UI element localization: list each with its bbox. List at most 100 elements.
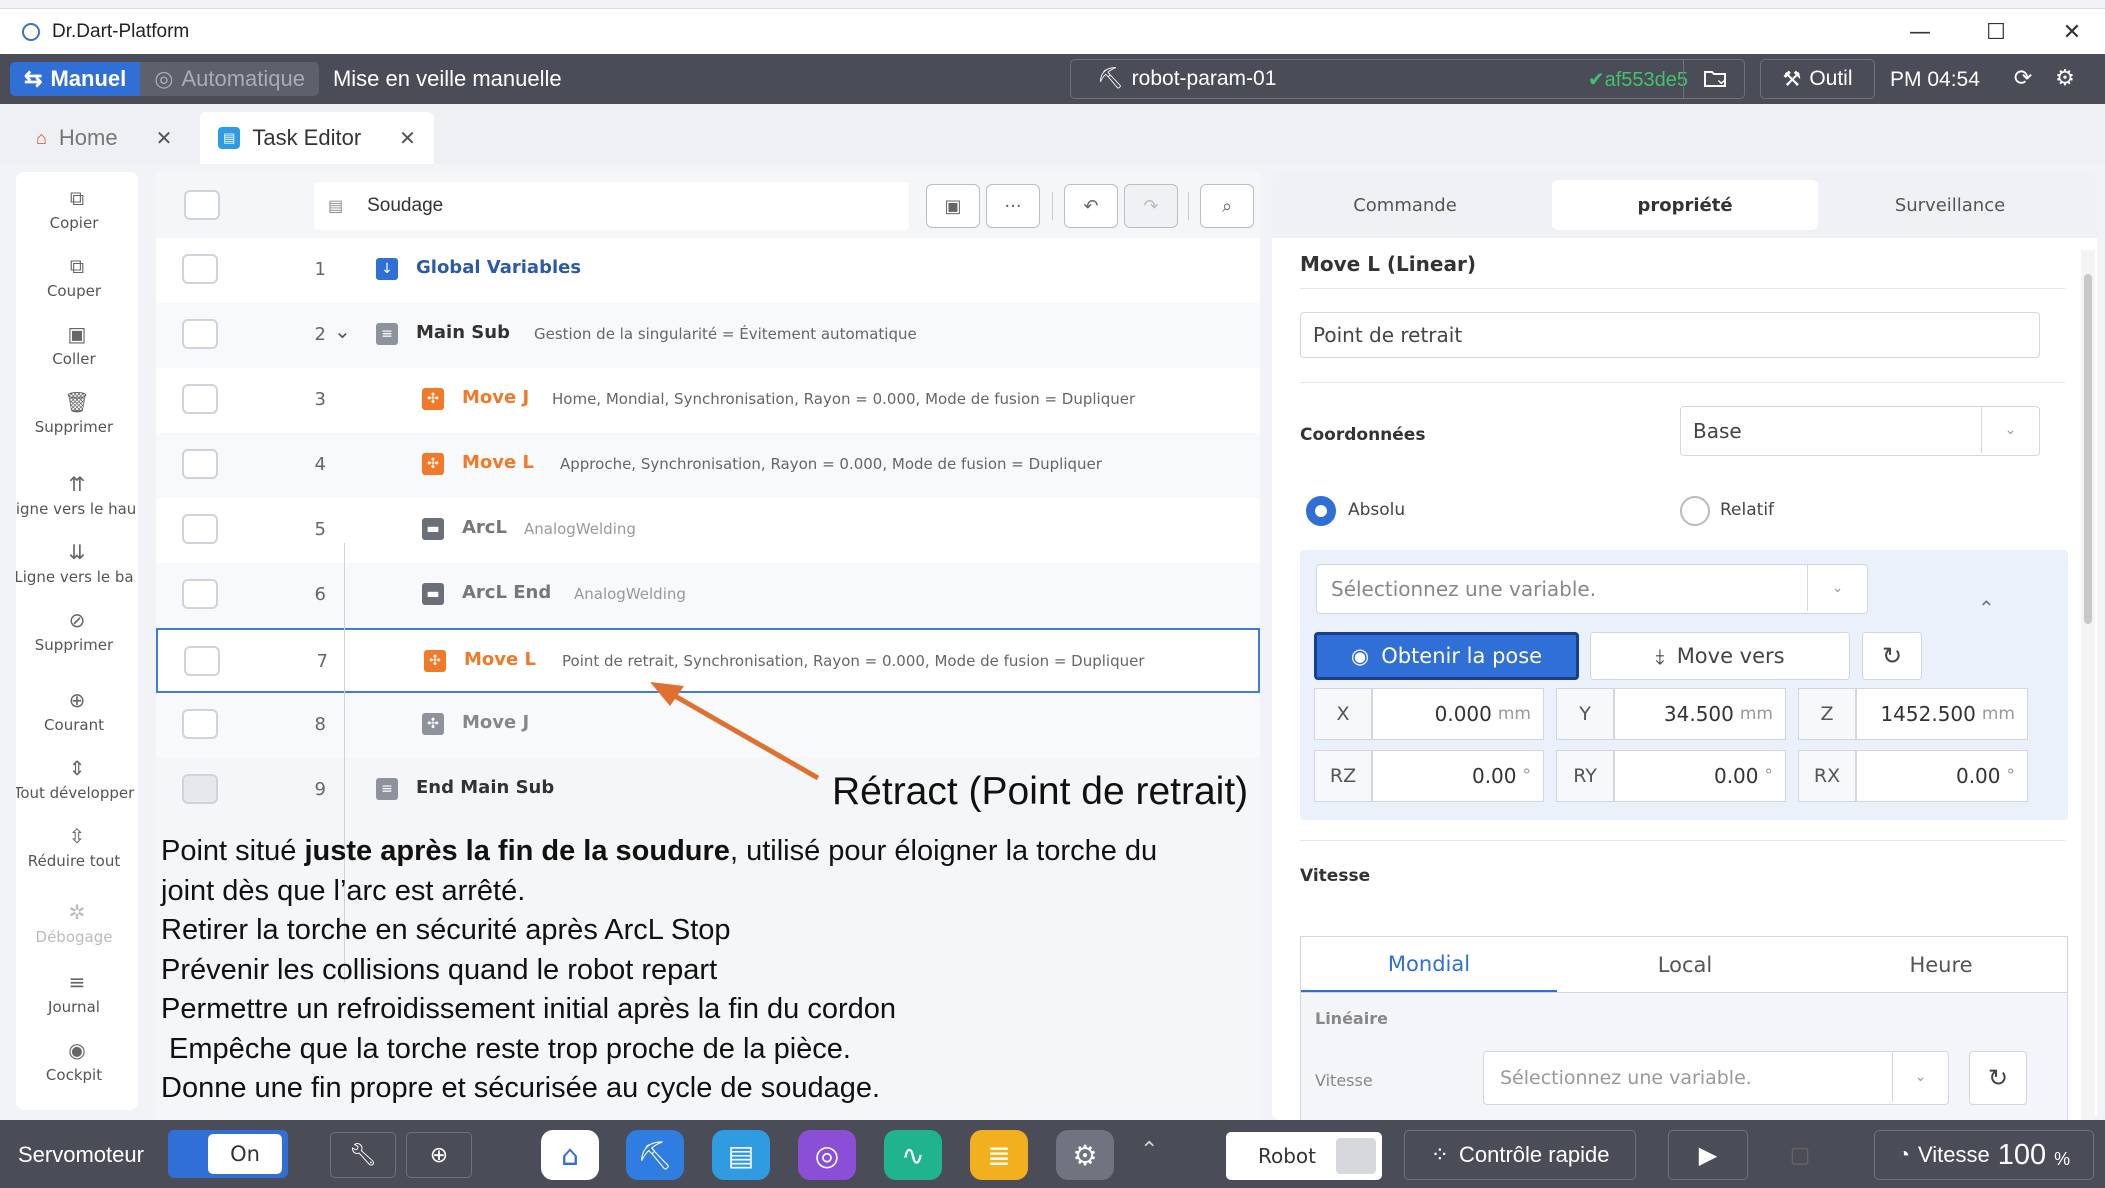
speed-field-label: Vitesse: [1315, 1071, 1373, 1090]
target-icon: ◉: [1350, 644, 1370, 668]
radio-relatif[interactable]: [1680, 496, 1710, 526]
coord-axis-label: RY: [1556, 750, 1614, 802]
speed-tabs: Mondial Local Heure: [1300, 936, 2069, 993]
coord-value: 0.00: [1471, 764, 1517, 788]
refresh-icon: ↻: [1987, 1064, 2009, 1092]
speed-tab-mondial[interactable]: Mondial: [1301, 937, 1557, 993]
coord-value-field[interactable]: 1452.500 mm: [1856, 688, 2028, 740]
tab-surveillance[interactable]: Surveillance: [1817, 180, 2083, 230]
annotation-line-6: Empêche que la torche reste trop proche …: [161, 1032, 851, 1065]
robot-mode-label: Robot: [1258, 1144, 1317, 1168]
play-button[interactable]: ▶: [1668, 1130, 1748, 1180]
annotation-text: Point situé juste après la fin de la sou…: [161, 832, 1261, 1109]
chevron-down-icon: ⌄: [1981, 407, 2039, 453]
annotation-line-1: Point situé juste après la fin de la sou…: [161, 832, 1261, 872]
speed-unit: %: [2054, 1148, 2071, 1169]
scrollbar[interactable]: [2081, 250, 2095, 1120]
refresh-icon: ↻: [1881, 642, 1903, 670]
get-pose-label: Obtenir la pose: [1381, 644, 1543, 668]
relatif-label: Relatif: [1720, 500, 1775, 520]
coord-value-field[interactable]: 0.00 °: [1372, 750, 1544, 802]
retract-label: Rétract (Point de retrait): [832, 770, 1249, 813]
linear-speed-box: Linéaire Vitesse Sélectionnez une variab…: [1300, 992, 2068, 1120]
divider: [1300, 382, 2065, 383]
move-to-button[interactable]: ⤈ Move vers: [1590, 632, 1850, 680]
coord-unit: °: [2006, 766, 2016, 786]
stop-icon: ▢: [1789, 1142, 1811, 1168]
play-icon: ▶: [1698, 1141, 1718, 1169]
coord-select[interactable]: Base ⌄: [1680, 406, 2040, 456]
chevron-down-icon: ⌄: [1807, 565, 1867, 611]
jog-icon: ⊕: [429, 1142, 449, 1168]
variable-select[interactable]: Sélectionnez une variable. ⌄: [1316, 564, 1868, 614]
annotation-line-1-suffix: , utilisé pour éloigner la torche du: [729, 835, 1158, 867]
jog-button[interactable]: ⊕: [406, 1132, 472, 1178]
coord-value-field[interactable]: 0.00 °: [1856, 750, 2028, 802]
point-name-value: Point de retrait: [1313, 323, 1463, 347]
home-app-icon[interactable]: ⌂: [541, 1130, 599, 1180]
coord-axis-label: RX: [1798, 750, 1856, 802]
coord-value-field[interactable]: 0.000 mm: [1372, 688, 1544, 740]
quick-control-button[interactable]: ⁘ Contrôle rapide: [1404, 1130, 1636, 1180]
servo-toggle[interactable]: On: [168, 1130, 288, 1178]
settings-app-icon[interactable]: ⚙: [1056, 1130, 1114, 1180]
coord-value: 1452.500: [1880, 702, 1976, 726]
tab-propriete[interactable]: propriété: [1552, 180, 1818, 230]
task-app-icon[interactable]: ▤: [712, 1130, 770, 1180]
coord-axis-label: RZ: [1314, 750, 1372, 802]
speed-refresh-button[interactable]: ↻: [1969, 1051, 2027, 1105]
coord-unit: °: [1522, 766, 1532, 786]
radio-absolu[interactable]: [1306, 496, 1336, 526]
coord-axis-label: Z: [1798, 688, 1856, 740]
wrench-icon: 🔧︎: [349, 1142, 377, 1168]
coord-value-field[interactable]: 0.00 °: [1614, 750, 1786, 802]
coord-unit: mm: [1981, 704, 2015, 724]
notes-app-icon[interactable]: ≣: [970, 1130, 1028, 1180]
speed-tab-heure[interactable]: Heure: [1813, 937, 2069, 993]
speed-button[interactable]: ◔ Vitesse 100 %: [1874, 1130, 2094, 1180]
annotation-line-1-bold: juste après la fin de la soudure: [304, 835, 730, 867]
chevron-down-icon: ⌄: [1892, 1052, 1948, 1102]
annotation-line-2: joint dès que l’arc est arrêté.: [161, 874, 526, 907]
coord-axis-label: Y: [1556, 688, 1614, 740]
coord-unit: °: [1764, 766, 1774, 786]
refresh-pose-button[interactable]: ↻: [1862, 632, 1922, 680]
lineaire-label: Linéaire: [1315, 1009, 1388, 1028]
scrollbar-thumb[interactable]: [2084, 274, 2092, 624]
coord-unit: mm: [1739, 704, 1773, 724]
app-root: Dr.Dart-Platform — ☐ ✕ ⇆ Manuel ◎ Automa…: [0, 0, 2105, 1188]
move-down-icon: ⤈: [1655, 643, 1665, 668]
annotation-line-3: Retirer la torche en sécurité après ArcL…: [161, 914, 731, 946]
coord-value: 0.00: [1713, 764, 1759, 788]
variable-placeholder: Sélectionnez une variable.: [1331, 577, 1597, 601]
gauge-icon: ◔: [1897, 1143, 1910, 1166]
coord-unit: mm: [1497, 704, 1531, 724]
speed-variable-select[interactable]: Sélectionnez une variable. ⌄: [1483, 1051, 1949, 1105]
wrench-button[interactable]: 🔧︎: [330, 1132, 396, 1178]
get-pose-button[interactable]: ◉ Obtenir la pose: [1314, 632, 1579, 680]
property-tabs: Commande propriété Surveillance: [1272, 172, 2097, 238]
robot-app-icon[interactable]: ⛏: [626, 1130, 684, 1180]
coord-value-field[interactable]: 34.500 mm: [1614, 688, 1786, 740]
annotation-line-1-prefix: Point situé: [161, 835, 305, 867]
monitor-app-icon[interactable]: ∿: [884, 1130, 942, 1180]
robot-mode-slider[interactable]: [1336, 1138, 1376, 1174]
speed-label: Vitesse: [1917, 1142, 1990, 1167]
speed-tab-local[interactable]: Local: [1557, 937, 1813, 993]
stop-button[interactable]: ▢: [1760, 1130, 1840, 1180]
chevron-up-icon[interactable]: ⌃: [1140, 1138, 1158, 1163]
quick-control-label: Contrôle rapide: [1459, 1142, 1610, 1167]
chevron-up-icon[interactable]: ⌃: [1978, 596, 1995, 620]
quick-control-icon: ⁘: [1430, 1142, 1449, 1167]
point-name-field[interactable]: Point de retrait: [1300, 312, 2040, 358]
target-app-icon[interactable]: ◎: [798, 1130, 856, 1180]
annotation-line-5: Permettre un refroidissement initial apr…: [161, 993, 897, 1025]
speed-value: 100: [1997, 1138, 2047, 1171]
servo-label: Servomoteur: [18, 1142, 144, 1167]
tab-commande[interactable]: Commande: [1272, 180, 1538, 230]
servo-state: On: [208, 1134, 282, 1174]
robot-mode-switch[interactable]: Robot: [1226, 1132, 1382, 1180]
coord-value: 34.500: [1663, 702, 1734, 726]
coord-value: 0.00: [1955, 764, 2001, 788]
move-to-label: Move vers: [1676, 644, 1785, 668]
